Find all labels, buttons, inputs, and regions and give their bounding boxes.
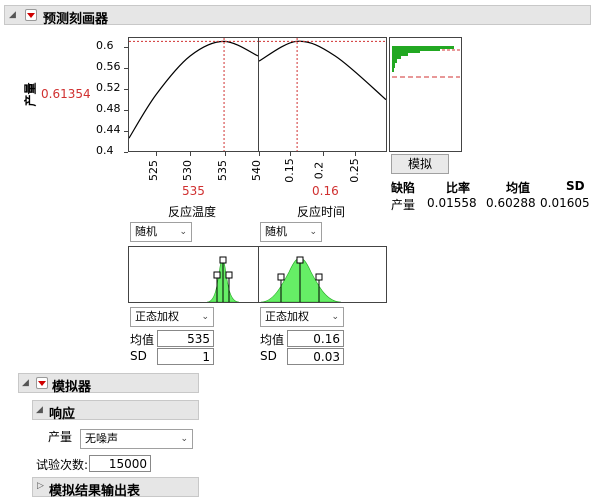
factor2-distribution-plot[interactable] bbox=[258, 246, 387, 303]
factor1-weight-value: 正态加权 bbox=[135, 310, 179, 323]
y-tick-label: 0.44 bbox=[96, 123, 121, 137]
chevron-down-icon: ⌄ bbox=[331, 312, 339, 322]
factor1-distribution-select[interactable]: 随机 ⌄ bbox=[130, 222, 192, 242]
red-triangle-menu-icon[interactable] bbox=[25, 9, 37, 21]
factor1-distribution-value: 随机 bbox=[135, 225, 157, 238]
chevron-down-icon: ⌄ bbox=[180, 434, 188, 444]
x-tick-mark bbox=[259, 152, 260, 156]
noise-select-value: 无噪声 bbox=[85, 432, 118, 445]
noise-select[interactable]: 无噪声 ⌄ bbox=[80, 429, 193, 449]
x-tick-label: 535 bbox=[215, 160, 229, 181]
profile-plot-time[interactable] bbox=[258, 37, 387, 152]
defect-row-sd: 0.01605 bbox=[540, 196, 590, 210]
profile-curve bbox=[129, 40, 258, 139]
output-table-title: 模拟结果输出表 bbox=[49, 484, 141, 499]
output-table-header[interactable]: ▷ 模拟结果输出表 bbox=[32, 477, 199, 499]
collapse-triangle-icon[interactable]: ◢ bbox=[9, 10, 16, 20]
simulate-button[interactable]: 模拟 bbox=[391, 154, 449, 174]
factor1-current-value[interactable]: 535 bbox=[182, 184, 205, 198]
factor1-sd-label: SD bbox=[130, 349, 147, 363]
collapse-triangle-icon[interactable]: ◢ bbox=[36, 405, 43, 415]
x-tick-label: 0.15 bbox=[283, 158, 296, 183]
factor1-mean-input[interactable]: 535 bbox=[157, 330, 214, 347]
x-tick-mark bbox=[322, 152, 324, 156]
defect-header-sd: SD bbox=[566, 179, 585, 193]
x-tick-mark bbox=[155, 152, 157, 156]
x-tick-label: 530 bbox=[181, 160, 195, 181]
x-tick-label: 0.25 bbox=[347, 158, 361, 183]
factor2-sd-input[interactable]: 0.03 bbox=[287, 348, 344, 365]
defect-row-mean: 0.60288 bbox=[486, 196, 536, 210]
expand-triangle-icon[interactable]: ▷ bbox=[37, 481, 44, 491]
factor1-normal-curve[interactable] bbox=[129, 247, 258, 302]
defect-row-name: 产量 bbox=[391, 198, 416, 212]
factor2-distribution-value: 随机 bbox=[265, 225, 287, 238]
factor1-name: 反应温度 bbox=[168, 205, 217, 219]
y-tick-mark bbox=[124, 152, 128, 153]
x-tick-label: 0.2 bbox=[311, 161, 325, 180]
x-tick-mark bbox=[290, 152, 292, 156]
y-tick-label: 0.56 bbox=[96, 60, 121, 74]
factor2-sd-label: SD bbox=[260, 349, 277, 363]
defect-histogram-svg bbox=[392, 46, 460, 78]
factor2-distribution-select[interactable]: 随机 ⌄ bbox=[260, 222, 322, 242]
factor2-weight-value: 正态加权 bbox=[265, 310, 309, 323]
response-section-header[interactable]: ◢ 响应 bbox=[32, 400, 199, 422]
factor2-mean-label: 均值 bbox=[260, 333, 285, 347]
factor2-mean-input[interactable]: 0.16 bbox=[287, 330, 344, 347]
runs-label: 试验次数: bbox=[36, 458, 89, 472]
profile-curve bbox=[259, 40, 386, 101]
factor2-current-value[interactable]: 0.16 bbox=[312, 184, 339, 198]
x-tick-mark bbox=[354, 152, 356, 156]
prediction-profiler-header[interactable]: ◢ 预测刻画器 bbox=[4, 5, 591, 27]
factor2-name: 反应时间 bbox=[297, 205, 346, 219]
defect-row-rate: 0.01558 bbox=[427, 196, 477, 210]
simulator-header[interactable]: ◢ 模拟器 bbox=[18, 373, 199, 395]
response-section-title: 响应 bbox=[49, 407, 76, 422]
time-curve-svg[interactable] bbox=[259, 38, 386, 151]
factor2-weight-select[interactable]: 正态加权 ⌄ bbox=[260, 307, 344, 327]
factor2-normal-curve[interactable] bbox=[259, 247, 386, 302]
x-tick-label: 525 bbox=[146, 160, 160, 181]
factor1-sd-input[interactable]: 1 bbox=[157, 348, 214, 365]
x-tick-mark bbox=[224, 152, 226, 156]
factor1-distribution-plot[interactable] bbox=[128, 246, 259, 303]
x-tick-label: 540 bbox=[250, 160, 263, 181]
profile-plot-temperature[interactable] bbox=[128, 37, 259, 152]
y-tick-label: 0.48 bbox=[96, 102, 121, 116]
red-triangle-menu-icon[interactable] bbox=[36, 377, 48, 389]
section-title: 预测刻画器 bbox=[43, 12, 109, 27]
chevron-down-icon: ⌄ bbox=[179, 227, 187, 237]
y-tick-label: 0.52 bbox=[96, 81, 121, 95]
y-axis-label: 产量 bbox=[23, 82, 38, 107]
response-name-label: 产量 bbox=[48, 430, 73, 444]
defect-header-mean: 均值 bbox=[506, 181, 531, 195]
x-tick-mark bbox=[190, 152, 192, 156]
y-tick-label: 0.4 bbox=[96, 144, 114, 157]
factor1-mean-label: 均值 bbox=[130, 333, 155, 347]
collapse-triangle-icon[interactable]: ◢ bbox=[22, 378, 29, 388]
temperature-curve-svg[interactable] bbox=[129, 38, 258, 151]
defect-header-rate: 比率 bbox=[446, 181, 471, 195]
factor1-weight-select[interactable]: 正态加权 ⌄ bbox=[130, 307, 214, 327]
simulator-title: 模拟器 bbox=[52, 380, 92, 395]
runs-input[interactable]: 15000 bbox=[89, 455, 151, 472]
response-value: 0.61354 bbox=[41, 87, 91, 101]
chevron-down-icon: ⌄ bbox=[309, 227, 317, 237]
defect-histogram-plot[interactable] bbox=[389, 37, 462, 152]
y-tick-label: 0.6 bbox=[96, 39, 114, 53]
defect-header-defect: 缺陷 bbox=[391, 181, 416, 195]
chevron-down-icon: ⌄ bbox=[201, 312, 209, 322]
